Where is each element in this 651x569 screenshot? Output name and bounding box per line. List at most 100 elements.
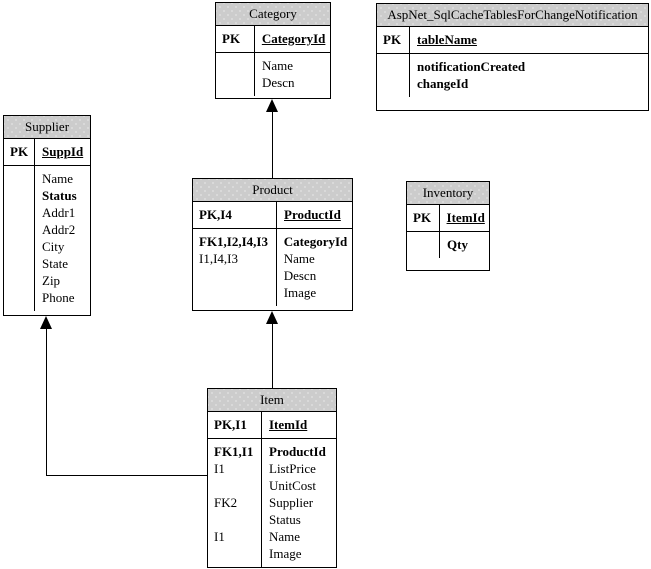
attr-constraint	[10, 238, 29, 255]
key-field: SuppId	[42, 144, 84, 159]
attr-constraint	[383, 58, 404, 75]
attr-field: Status	[269, 512, 301, 527]
entity-aspnet-sqlcache-attr-section: notificationCreated changeId	[377, 54, 648, 97]
key-field: ProductId	[284, 207, 341, 222]
entity-inventory-attr-fields: Qty	[440, 232, 489, 258]
entity-supplier-attr-section: Name Status Addr1 Addr2 City State Zip P…	[4, 166, 90, 311]
relationship-item-to-product-arrow-icon	[266, 311, 278, 324]
entity-product[interactable]: Product PK,I4 ProductId FK1,I2,I4,I3 I1,…	[192, 178, 353, 311]
entity-supplier[interactable]: Supplier PK SuppId Name Status Addr1 Add…	[3, 115, 91, 316]
key-field: ItemId	[446, 210, 485, 225]
attr-field: Name	[283, 251, 315, 266]
attr-constraint	[10, 170, 29, 187]
attr-field: ListPrice	[269, 461, 316, 476]
entity-inventory-key-section: PK ItemId	[407, 205, 489, 232]
attr-constraint	[214, 545, 256, 562]
entity-item-attr-constraints: FK1,I1 I1 FK2 I1	[208, 439, 262, 567]
relationship-product-to-category-line[interactable]	[272, 111, 273, 178]
entity-inventory-attr-section: Qty	[407, 232, 489, 258]
entity-inventory-attr-constraints	[407, 232, 440, 258]
attr-constraint: FK1,I1	[214, 444, 254, 459]
entity-aspnet-sqlcache-key-fields: tableName	[410, 27, 648, 53]
entity-product-attr-fields: CategoryId Name Descn Image	[277, 229, 352, 306]
attr-field: changeId	[417, 76, 469, 91]
attr-field: City	[42, 239, 65, 254]
entity-category[interactable]: Category PK CategoryId Name Descn	[215, 2, 331, 99]
entity-item-attr-section: FK1,I1 I1 FK2 I1 ProductId ListPrice Uni…	[208, 439, 336, 567]
attr-constraint	[222, 57, 249, 74]
entity-product-title: Product	[193, 179, 352, 202]
key-constraint: PK,I4	[199, 207, 232, 222]
attr-constraint	[199, 284, 271, 301]
key-field: ItemId	[269, 417, 308, 432]
relationship-item-to-supplier-arrow-icon	[40, 316, 52, 329]
entity-supplier-attr-constraints	[4, 166, 35, 311]
attr-field: ProductId	[269, 444, 326, 459]
attr-constraint	[10, 289, 29, 306]
attr-field: Name	[269, 529, 301, 544]
key-constraint: PK	[222, 31, 241, 46]
entity-category-key-constraints: PK	[216, 26, 255, 52]
key-field: CategoryId	[261, 31, 326, 46]
er-diagram-canvas: Category PK CategoryId Name Descn AspNet…	[0, 0, 651, 569]
attr-constraint	[10, 272, 29, 289]
entity-supplier-attr-fields: Name Status Addr1 Addr2 City State Zip P…	[35, 166, 90, 311]
attr-constraint	[10, 221, 29, 238]
entity-category-attr-section: Name Descn	[216, 53, 330, 96]
entity-item-key-fields: ItemId	[262, 412, 336, 438]
entity-category-key-fields: CategoryId	[255, 26, 330, 52]
attr-field: Image	[283, 285, 317, 300]
attr-field: CategoryId	[283, 234, 348, 249]
entity-product-attr-constraints: FK1,I2,I4,I3 I1,I4,I3	[193, 229, 277, 306]
attr-field: Qty	[447, 237, 468, 252]
entity-category-attr-fields: Name Descn	[255, 53, 330, 96]
entity-product-key-section: PK,I4 ProductId	[193, 202, 352, 229]
attr-constraint	[383, 75, 404, 92]
attr-constraint: FK1,I2,I4,I3	[199, 234, 268, 249]
entity-supplier-key-fields: SuppId	[35, 139, 90, 165]
entity-aspnet-sqlcache[interactable]: AspNet_SqlCacheTablesForChangeNotificati…	[376, 3, 649, 111]
attr-field: Descn	[283, 268, 317, 283]
entity-category-title: Category	[216, 3, 330, 26]
relationship-item-to-product-line[interactable]	[272, 323, 273, 388]
attr-constraint	[10, 187, 29, 204]
entity-inventory-title: Inventory	[407, 182, 489, 205]
key-constraint: PK	[10, 144, 29, 159]
attr-constraint	[214, 511, 256, 528]
attr-constraint	[10, 255, 29, 272]
entity-supplier-key-section: PK SuppId	[4, 139, 90, 166]
attr-field: Descn	[262, 75, 295, 90]
attr-field: Addr1	[42, 205, 76, 220]
attr-field: Phone	[42, 290, 75, 305]
attr-constraint	[222, 74, 249, 91]
attr-constraint	[214, 477, 256, 494]
attr-field: Zip	[42, 273, 61, 288]
attr-field: UnitCost	[269, 478, 316, 493]
relationship-item-to-supplier-vertical-line[interactable]	[46, 329, 47, 476]
relationship-item-to-supplier-horizontal-line[interactable]	[46, 475, 207, 476]
attr-constraint	[413, 236, 434, 253]
entity-item-title: Item	[208, 389, 336, 412]
key-field: tableName	[417, 32, 477, 47]
entity-aspnet-sqlcache-attr-fields: notificationCreated changeId	[410, 54, 648, 97]
entity-item-key-constraints: PK,I1	[208, 412, 262, 438]
attr-field: Addr2	[42, 222, 76, 237]
entity-aspnet-sqlcache-attr-constraints	[377, 54, 410, 97]
attr-field: notificationCreated	[417, 59, 526, 74]
attr-field: Name	[42, 171, 74, 186]
entity-aspnet-sqlcache-title: AspNet_SqlCacheTablesForChangeNotificati…	[377, 4, 648, 27]
entity-aspnet-sqlcache-key-constraints: PK	[377, 27, 410, 53]
attr-field: State	[42, 256, 68, 271]
entity-product-attr-section: FK1,I2,I4,I3 I1,I4,I3 CategoryId Name De…	[193, 229, 352, 306]
key-constraint: PK	[383, 32, 402, 47]
relationship-product-to-category-arrow-icon	[266, 99, 278, 112]
entity-supplier-key-constraints: PK	[4, 139, 35, 165]
entity-inventory[interactable]: Inventory PK ItemId Qty	[406, 181, 490, 271]
entity-category-attr-constraints	[216, 53, 255, 96]
attr-constraint: I1	[214, 461, 225, 476]
attr-field: Name	[262, 58, 294, 73]
entity-supplier-title: Supplier	[4, 116, 90, 139]
entity-item[interactable]: Item PK,I1 ItemId FK1,I1 I1 FK2 I1 Produ…	[207, 388, 337, 568]
attr-field: Supplier	[269, 495, 314, 510]
key-constraint: PK,I1	[214, 417, 247, 432]
